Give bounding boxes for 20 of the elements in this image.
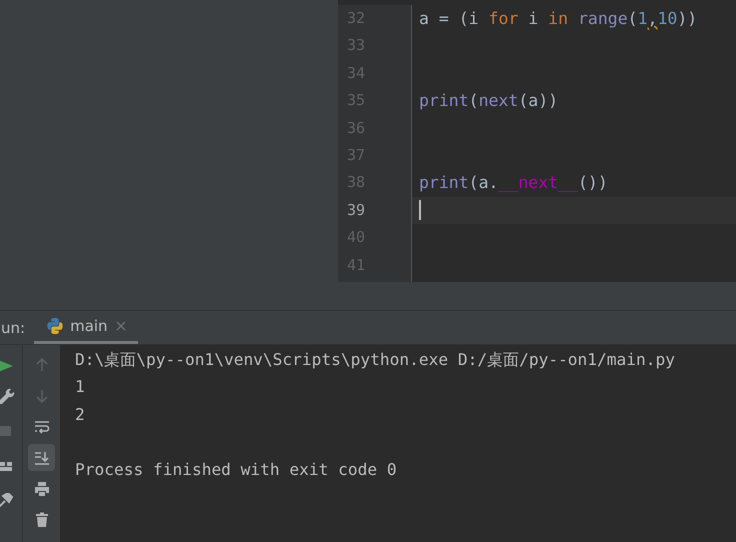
line-number: 39 xyxy=(346,200,366,221)
scroll-to-end-icon xyxy=(34,450,50,466)
code-line: a = (i for i in range(1,10)) xyxy=(419,8,698,30)
pin-icon[interactable] xyxy=(0,493,16,509)
soft-wrap-icon xyxy=(34,418,50,434)
text-cursor xyxy=(419,200,420,220)
run-label: un: xyxy=(1,318,26,338)
console-line: Process finished with exit code 0 xyxy=(75,458,398,481)
down-arrow-icon xyxy=(34,388,50,404)
code-line: print(a.__next__()) xyxy=(419,172,608,194)
code-line: print(next(a)) xyxy=(419,90,558,112)
up-arrow-icon xyxy=(34,356,50,372)
console-line: 2 xyxy=(75,404,86,426)
trash-icon xyxy=(34,512,50,528)
console-line: 1 xyxy=(75,376,86,398)
console-line: D:\桌面\py--on1\venv\Scripts\python.exe D:/桌面/py--on1/main.py xyxy=(75,349,676,371)
python-icon xyxy=(46,317,64,335)
wrench-icon[interactable] xyxy=(0,388,16,404)
printer-icon xyxy=(34,480,50,496)
scroll-to-end-button[interactable] xyxy=(28,444,55,471)
